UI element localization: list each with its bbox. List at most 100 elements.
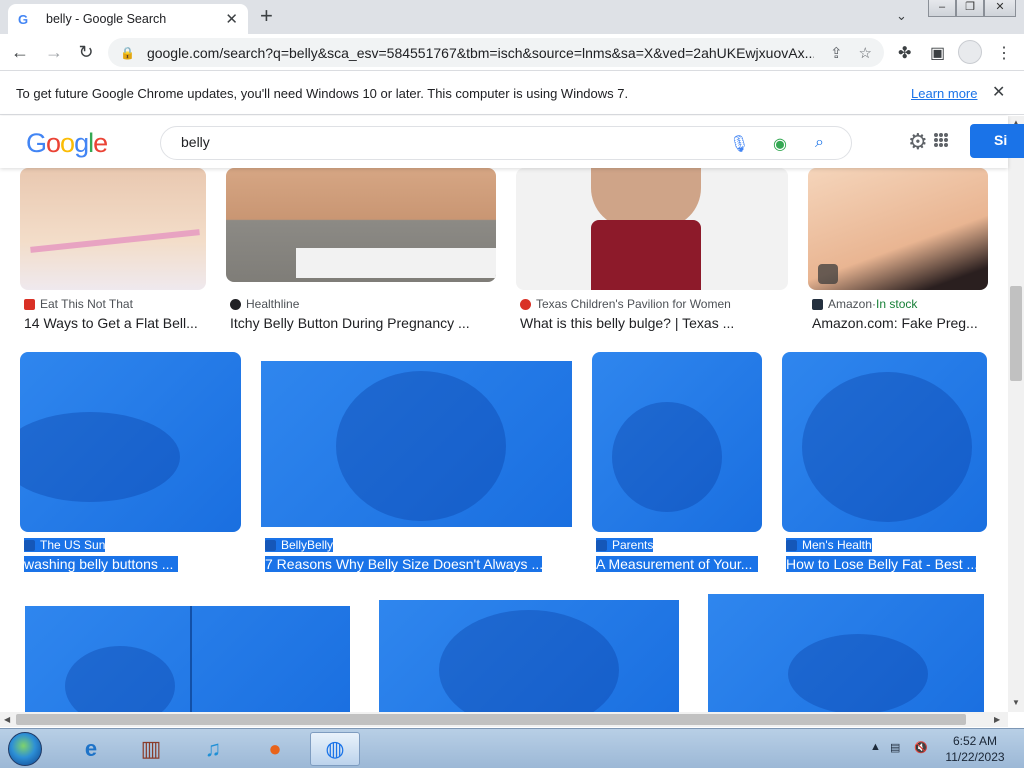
source-name: Eat This Not That — [40, 297, 133, 311]
new-tab-button[interactable]: + — [260, 5, 273, 27]
chrome-icon[interactable]: ◍ — [310, 732, 360, 766]
network-icon[interactable]: ▤ — [890, 741, 900, 754]
source-name: Parents — [612, 538, 654, 552]
result-image[interactable] — [20, 168, 206, 290]
forward-arrow-icon[interactable]: → — [42, 41, 66, 65]
show-hidden-icons-icon[interactable]: ▲ — [870, 741, 881, 753]
shopping-tag-icon — [818, 264, 838, 284]
result-caption[interactable]: A Measurement of Your... — [596, 556, 758, 572]
result-image[interactable] — [708, 594, 984, 712]
update-infobar: To get future Google Chrome updates, you… — [0, 71, 1024, 115]
google-logo[interactable]: Google — [26, 128, 108, 159]
result-caption[interactable]: 14 Ways to Get a Flat Bell... — [24, 315, 204, 331]
vertical-scrollbar[interactable]: ▲ ▼ — [1008, 116, 1024, 712]
horizontal-scroll-thumb[interactable] — [16, 714, 966, 725]
tab-search-chevron-icon[interactable]: ⌄ — [896, 8, 907, 24]
source-favicon-icon — [24, 539, 35, 551]
source-name: Texas Children's Pavilion for Women — [536, 297, 731, 311]
lock-icon[interactable]: 🔒 — [120, 46, 135, 60]
source-favicon-icon — [596, 539, 607, 551]
source-name: BellyBelly — [281, 538, 334, 552]
google-favicon-icon: G — [18, 11, 29, 27]
clock-time: 6:52 AM — [952, 734, 998, 748]
result-source[interactable]: Eat This Not That — [24, 297, 133, 311]
result-caption[interactable]: Amazon.com: Fake Preg... — [812, 315, 984, 331]
scroll-down-arrow-icon[interactable]: ▼ — [1012, 698, 1020, 707]
result-image[interactable] — [261, 361, 572, 527]
address-bar[interactable]: 🔒 google.com/search?q=belly&sca_esv=5845… — [108, 38, 884, 67]
logo-letter: G — [26, 128, 47, 158]
extensions-puzzle-icon[interactable]: ✤ — [898, 43, 911, 63]
learn-more-link[interactable]: Learn more — [911, 86, 977, 101]
system-clock[interactable]: 6:52 AM 11/22/2023 — [940, 733, 1010, 765]
result-caption[interactable]: Itchy Belly Button During Pregnancy ... — [230, 315, 492, 331]
menu-kebab-icon[interactable]: ⋮ — [996, 43, 1012, 63]
horizontal-scrollbar[interactable]: ◀ ▶ — [0, 712, 1008, 727]
url-text[interactable]: google.com/search?q=belly&sca_esv=584551… — [147, 45, 814, 61]
result-source[interactable]: The US Sun — [24, 538, 106, 552]
internet-explorer-icon[interactable]: e — [66, 732, 116, 766]
logo-letter: o — [60, 128, 75, 158]
search-icon[interactable]: ⌕ — [815, 134, 824, 152]
back-arrow-icon[interactable]: ← — [8, 41, 32, 65]
voice-search-mic-icon[interactable]: 🎙 — [729, 134, 749, 154]
result-caption[interactable]: How to Lose Belly Fat - Best ... — [786, 556, 976, 572]
side-panel-icon[interactable]: ▣ — [930, 43, 945, 63]
start-button[interactable] — [8, 732, 42, 766]
result-source[interactable]: Parents — [596, 538, 654, 552]
stock-status: In stock — [876, 297, 918, 311]
restore-button[interactable]: ❐ — [956, 0, 984, 17]
image-results-grid: Eat This Not That 14 Ways to Get a Flat … — [0, 168, 1008, 712]
browser-tab[interactable]: G belly - Google Search ✕ — [8, 4, 248, 34]
result-image[interactable] — [25, 606, 350, 712]
firefox-icon[interactable]: ● — [250, 732, 300, 766]
result-source[interactable]: BellyBelly — [265, 538, 334, 552]
profile-avatar[interactable] — [958, 40, 982, 64]
scroll-right-arrow-icon[interactable]: ▶ — [994, 715, 1000, 724]
result-image[interactable] — [379, 600, 679, 712]
result-caption[interactable]: washing belly buttons ... — [24, 556, 178, 572]
result-source[interactable]: Healthline — [230, 297, 299, 311]
result-source[interactable]: Texas Children's Pavilion for Women — [520, 297, 731, 311]
itunes-icon[interactable]: ♫ — [188, 732, 238, 766]
google-apps-grid-icon[interactable] — [934, 133, 948, 147]
source-name: Amazon — [828, 297, 873, 311]
bookmark-star-icon[interactable]: ☆ — [859, 44, 872, 62]
settings-gear-icon[interactable]: ⚙ — [908, 129, 928, 155]
share-icon[interactable]: ⇪ — [830, 44, 843, 62]
result-image[interactable] — [516, 168, 788, 290]
browser-toolbar: ← → ↻ 🔒 google.com/search?q=belly&sca_es… — [0, 34, 1024, 71]
media-center-icon[interactable]: ▥ — [126, 732, 176, 766]
google-header: Google 🎙 ◉ ⌕ ⚙ Si — [0, 116, 1024, 168]
infobar-message: To get future Google Chrome updates, you… — [16, 86, 629, 101]
vertical-scroll-thumb[interactable] — [1010, 286, 1022, 381]
source-name: Healthline — [246, 297, 300, 311]
result-image[interactable] — [226, 168, 496, 282]
source-favicon-icon — [520, 298, 531, 310]
scroll-left-arrow-icon[interactable]: ◀ — [4, 715, 10, 724]
minimize-button[interactable]: – — [928, 0, 956, 17]
tab-close-icon[interactable]: ✕ — [225, 10, 238, 28]
result-image[interactable] — [20, 352, 241, 532]
sign-in-button[interactable]: Si — [970, 124, 1024, 158]
window-close-button[interactable]: ✕ — [984, 0, 1016, 17]
result-source[interactable]: Amazon · In stock — [812, 297, 917, 311]
reload-icon[interactable]: ↻ — [74, 41, 98, 65]
source-name: The US Sun — [40, 538, 106, 552]
source-favicon-icon — [230, 298, 241, 310]
infobar-close-icon[interactable]: ✕ — [992, 82, 1005, 102]
tab-title: belly - Google Search — [46, 12, 167, 26]
source-name: Men's Health — [802, 538, 872, 552]
result-caption[interactable]: What is this belly bulge? | Texas ... — [520, 315, 784, 331]
source-favicon-icon — [265, 539, 276, 551]
amazon-favicon-icon — [812, 298, 823, 310]
lens-camera-icon[interactable]: ◉ — [773, 134, 787, 154]
result-image[interactable] — [592, 352, 762, 532]
logo-letter: e — [93, 128, 108, 158]
search-box[interactable]: 🎙 ◉ ⌕ — [160, 126, 852, 160]
result-source[interactable]: Men's Health — [786, 538, 872, 552]
result-image[interactable] — [782, 352, 987, 532]
search-input[interactable] — [181, 134, 701, 150]
volume-muted-icon[interactable]: 🔇 — [914, 741, 928, 754]
result-caption[interactable]: 7 Reasons Why Belly Size Doesn't Always … — [265, 556, 542, 572]
